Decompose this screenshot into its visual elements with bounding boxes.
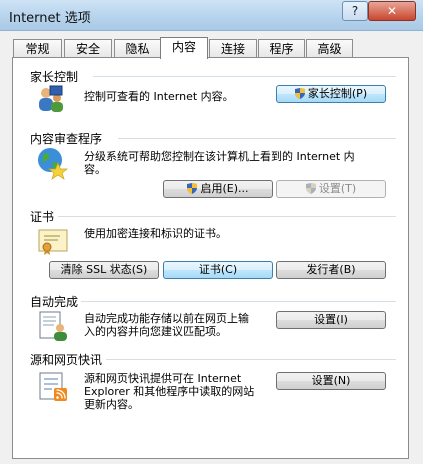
tab-programs[interactable]: 程序 <box>258 39 305 57</box>
autocomplete-description-line-2: 入的内容并向您建议匹配项。 <box>84 325 227 338</box>
section-title-parental-controls: 家长控制 <box>30 70 79 84</box>
certificates-description: 使用加密连接和标识的证书。 <box>84 227 227 240</box>
tab-connections[interactable]: 连接 <box>209 39 257 57</box>
publishers-button[interactable]: 发行者(B) <box>276 261 386 279</box>
title-bar: Internet 选项 ? ✕ <box>0 0 423 31</box>
tab-privacy[interactable]: 隐私 <box>114 39 161 57</box>
help-button[interactable]: ? <box>342 1 368 21</box>
parental-controls-description: 控制可查看的 Internet 内容。 <box>84 90 234 103</box>
enable-button-label: 启用(E)... <box>200 182 249 195</box>
separator <box>106 359 396 360</box>
section-title-content-advisor: 内容审查程序 <box>30 132 103 146</box>
tab-content[interactable]: 内容 <box>160 37 208 59</box>
parental-controls-button[interactable]: 家长控制(P) <box>276 85 386 103</box>
tab-advanced[interactable]: 高级 <box>306 39 353 57</box>
enable-content-advisor-button[interactable]: 启用(E)... <box>163 180 273 198</box>
clear-ssl-state-button[interactable]: 清除 SSL 状态(S) <box>49 261 159 279</box>
tab-general[interactable]: 常规 <box>13 39 62 57</box>
uac-shield-icon <box>294 88 305 99</box>
section-title-feeds: 源和网页快讯 <box>30 353 103 367</box>
content-advisor-description-line-2: 容。 <box>84 163 106 176</box>
separator <box>118 138 396 139</box>
tab-security[interactable]: 安全 <box>64 39 112 57</box>
separator <box>58 216 396 217</box>
parental-controls-button-label: 家长控制(P) <box>307 87 368 100</box>
parental-controls-icon <box>39 85 63 112</box>
feeds-settings-button[interactable]: 设置(N) <box>276 372 386 390</box>
separator <box>81 301 396 302</box>
uac-shield-icon <box>305 183 316 194</box>
section-title-certificates: 证书 <box>30 210 55 224</box>
content-advisor-icon <box>38 148 68 180</box>
content-tab-panel: 家长控制 控制可查看的 Internet 内容。 家长控制(P) 内容审查程序 … <box>12 57 409 459</box>
close-button[interactable]: ✕ <box>368 1 416 21</box>
autocomplete-icon <box>39 311 67 341</box>
section-title-autocomplete: 自动完成 <box>30 295 79 309</box>
content-advisor-settings-button[interactable]: 设置(T) <box>276 180 386 198</box>
window-title: Internet 选项 <box>9 11 91 26</box>
separator <box>93 76 396 77</box>
feeds-description-line-1: 源和网页快讯提供可在 Internet <box>84 372 242 385</box>
certificates-button[interactable]: 证书(C) <box>163 261 273 279</box>
feeds-icon <box>39 372 67 401</box>
content-advisor-description-line-1: 分级系统可帮助您控制在该计算机上看到的 Internet 内 <box>84 150 355 163</box>
autocomplete-description-line-1: 自动完成功能存储以前在网页上输 <box>84 312 249 325</box>
feeds-description-line-3: 更新内容。 <box>84 398 139 411</box>
uac-shield-icon <box>187 183 198 194</box>
settings-button-label: 设置(T) <box>318 182 357 195</box>
autocomplete-settings-button[interactable]: 设置(I) <box>276 311 386 329</box>
feeds-description-line-2: Explorer 和其他程序中读取的网站 <box>84 385 255 398</box>
certificate-icon <box>38 229 68 255</box>
